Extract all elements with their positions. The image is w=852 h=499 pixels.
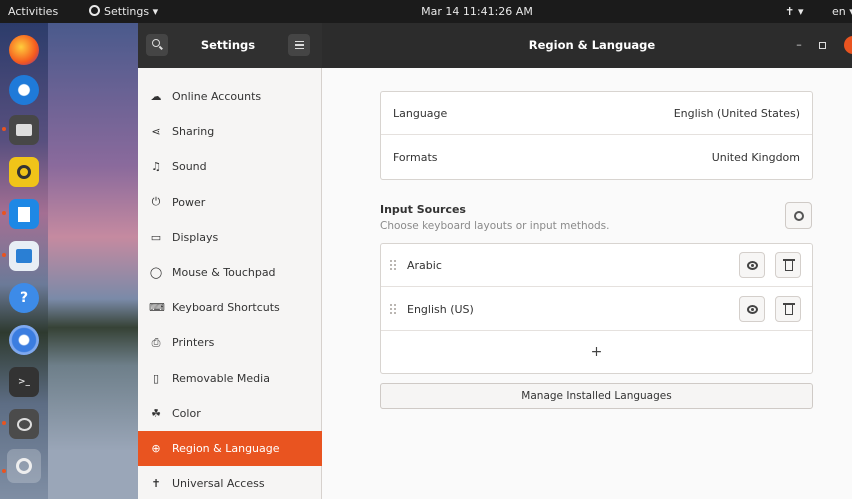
trash-icon [785, 261, 793, 271]
sidebar-item-power[interactable]: ⏻ Power [138, 185, 322, 220]
thunderbird-icon[interactable] [9, 75, 39, 105]
drag-handle-icon[interactable] [389, 303, 397, 315]
sidebar-item-mouse-touchpad[interactable]: ◯ Mouse & Touchpad [138, 255, 322, 290]
app-menu-label: Settings ▾ [104, 5, 159, 18]
sidebar-item-label: Online Accounts [172, 90, 262, 103]
main-panel: Region & Language – Language English (Un… [322, 23, 852, 499]
trash-icon [785, 305, 793, 315]
sidebar-item-label: Sound [172, 160, 207, 174]
drag-handle-icon[interactable] [389, 259, 397, 271]
language-label: Language [393, 107, 448, 120]
rhythmbox-icon[interactable] [9, 157, 39, 187]
page-title: Region & Language [528, 38, 656, 52]
globe-icon: ⊕ [151, 442, 161, 455]
printer-icon: ⎙ [151, 335, 161, 349]
sidebar-item-sound[interactable]: ♫ Sound [138, 149, 322, 184]
add-input-source-button[interactable]: + [381, 331, 812, 374]
activities-button[interactable]: Activities [8, 0, 58, 23]
close-button[interactable] [844, 36, 852, 54]
firefox-icon[interactable] [9, 35, 39, 65]
sidebar-item-label: Removable Media [172, 371, 270, 385]
files-icon[interactable] [9, 115, 39, 145]
gear-icon [89, 5, 100, 16]
input-source-name: English (US) [407, 303, 474, 316]
running-indicator [2, 253, 6, 257]
running-indicator [2, 127, 6, 131]
music-note-icon: ♫ [151, 160, 161, 174]
share-icon: ⋖ [151, 125, 161, 139]
input-sources-heading: Input Sources [380, 203, 466, 216]
remove-button[interactable] [775, 296, 801, 322]
running-indicator [2, 211, 6, 215]
list-item[interactable]: Arabic [381, 244, 812, 287]
sidebar-item-label: Color [172, 406, 201, 420]
software-icon[interactable] [9, 241, 39, 271]
dock: ? >_ [0, 23, 48, 499]
remove-button[interactable] [775, 252, 801, 278]
sidebar-header: Settings [138, 23, 322, 68]
mouse-icon: ◯ [149, 266, 163, 279]
language-indicator[interactable]: en ▾ [832, 0, 852, 23]
help-icon[interactable]: ? [9, 283, 39, 313]
chromium-icon[interactable] [9, 325, 39, 355]
sidebar-item-sharing[interactable]: ⋖ Sharing [138, 114, 322, 149]
running-indicator [2, 421, 6, 425]
sidebar-item-keyboard-shortcuts[interactable]: ⌨ Keyboard Shortcuts [138, 290, 322, 325]
top-bar: Activities Settings ▾ Mar 14 11:41:26 AM… [0, 0, 852, 23]
sidebar-item-label: Sharing [172, 125, 215, 139]
sidebar-item-label: Printers [172, 336, 215, 350]
maximize-button[interactable] [819, 42, 826, 49]
writer-icon[interactable] [9, 199, 39, 229]
cloud-icon: ☁ [150, 90, 162, 103]
terminal-icon[interactable]: >_ [9, 367, 39, 397]
sidebar-item-online-accounts[interactable]: ☁ Online Accounts [138, 79, 322, 114]
sidebar-item-label: Region & Language [172, 442, 280, 455]
main-header: Region & Language – [322, 23, 852, 68]
input-sources-list: Arabic English (US) + [380, 243, 813, 374]
minimize-button[interactable]: – [794, 37, 804, 53]
sidebar-item-printers[interactable]: ⎙ Printers [138, 325, 322, 360]
language-formats-panel: Language English (United States) Formats… [380, 91, 813, 180]
sidebar-item-color[interactable]: ☘ Color [138, 396, 322, 431]
input-source-name: Arabic [407, 259, 442, 272]
sidebar-item-universal-access[interactable]: ✝ Universal Access [138, 466, 322, 499]
power-icon: ⏻ [151, 195, 161, 209]
accessibility-menu[interactable]: ✝ ▾ [785, 0, 804, 23]
search-button[interactable] [146, 34, 168, 56]
sidebar-item-label: Displays [172, 230, 219, 244]
removable-media-icon: ▯ [152, 371, 160, 385]
list-item[interactable]: English (US) [381, 288, 812, 331]
chat-icon[interactable] [9, 409, 39, 439]
settings-icon[interactable] [7, 449, 41, 483]
settings-sidebar: Settings ☁ Online Accounts ⋖ Sharing ♫ Sound ⏻… [138, 23, 322, 499]
sidebar-item-label: Power [172, 195, 206, 209]
formats-label: Formats [393, 151, 438, 164]
desktop-wallpaper [48, 23, 138, 499]
color-icon: ☘ [151, 406, 161, 420]
clock[interactable]: Mar 14 11:41:26 AM [367, 0, 587, 23]
sidebar-title: Settings [200, 38, 256, 52]
app-menu[interactable]: Settings ▾ [89, 0, 158, 23]
preview-button[interactable] [739, 296, 765, 322]
input-sources-options-button[interactable] [785, 202, 812, 229]
keyboard-icon: ⌨ [149, 301, 165, 315]
language-value: English (United States) [673, 107, 800, 120]
manage-installed-languages-button[interactable]: Manage Installed Languages [380, 383, 813, 409]
running-indicator [2, 469, 6, 473]
preview-button[interactable] [739, 252, 765, 278]
sidebar-item-displays[interactable]: ▭ Displays [138, 220, 322, 255]
language-row[interactable]: Language English (United States) [381, 92, 812, 135]
accessibility-icon: ✝ [151, 477, 161, 491]
display-icon: ▭ [150, 230, 162, 244]
formats-row[interactable]: Formats United Kingdom [381, 136, 812, 179]
input-sources-subtitle: Choose keyboard layouts or input methods… [380, 220, 610, 232]
sidebar-item-label: Keyboard Shortcuts [172, 301, 280, 315]
formats-value: United Kingdom [711, 151, 800, 164]
sidebar-item-region-language[interactable]: ⊕ Region & Language [138, 431, 322, 466]
sidebar-item-label: Mouse & Touchpad [172, 266, 276, 279]
hamburger-menu-button[interactable] [288, 34, 310, 56]
sidebar-item-removable-media[interactable]: ▯ Removable Media [138, 361, 322, 396]
sidebar-item-label: Universal Access [172, 477, 265, 491]
gear-icon [794, 211, 804, 221]
